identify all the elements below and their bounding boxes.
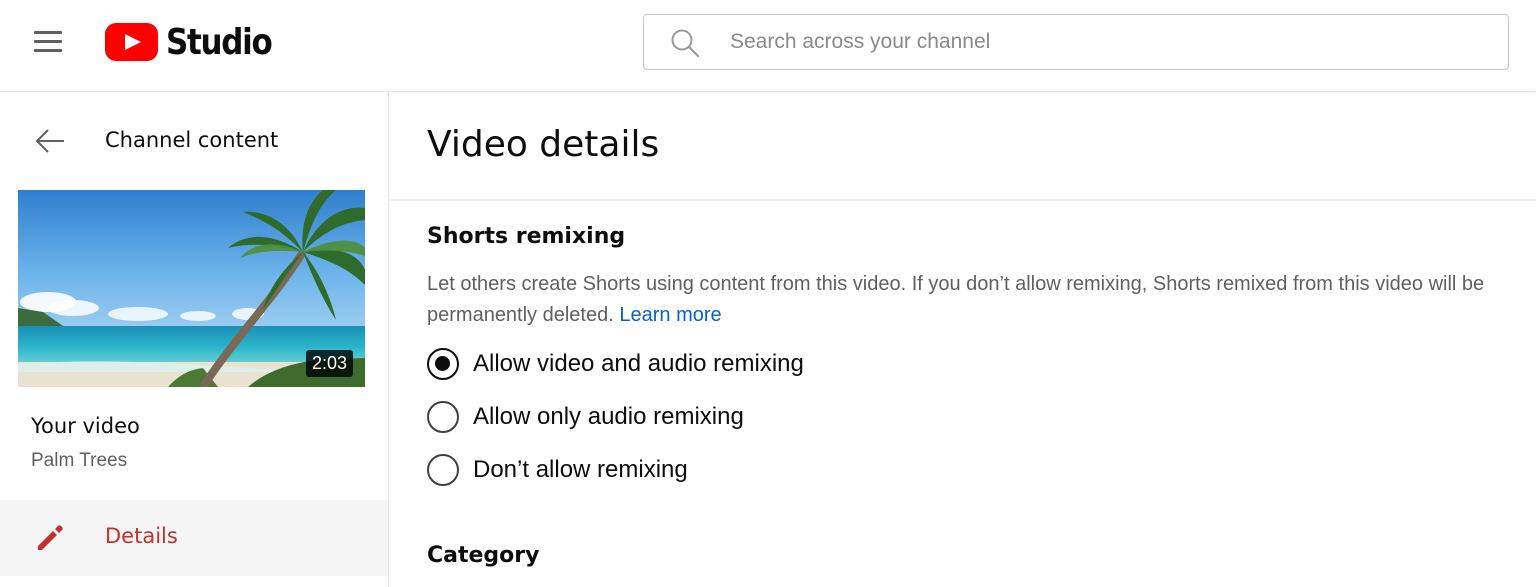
logo-text: Studio	[166, 21, 273, 63]
shorts-remixing-description: Let others create Shorts using content f…	[427, 269, 1517, 331]
radio-button-checked[interactable]	[427, 348, 459, 380]
shorts-remixing-heading: Shorts remixing	[427, 224, 626, 249]
back-label[interactable]: Channel content	[105, 128, 278, 152]
title-divider	[390, 199, 1536, 201]
video-title: Palm Trees	[31, 450, 128, 471]
radio-button[interactable]	[427, 401, 459, 433]
description-text: Let others create Shorts using content f…	[427, 273, 1485, 326]
video-duration: 2:03	[305, 350, 353, 377]
category-heading: Category	[427, 543, 540, 568]
radio-allow-video-audio[interactable]: Allow video and audio remixing	[427, 346, 804, 382]
radio-allow-audio-only[interactable]: Allow only audio remixing	[427, 399, 744, 435]
sidebar-item-label: Details	[105, 524, 178, 548]
radio-label[interactable]: Allow only audio remixing	[473, 403, 744, 431]
your-video-heading: Your video	[31, 414, 140, 438]
search-icon	[671, 29, 700, 58]
radio-button[interactable]	[427, 454, 459, 486]
main-content: Video details Shorts remixing Let others…	[390, 92, 1536, 587]
search-box[interactable]	[643, 14, 1509, 70]
studio-logo[interactable]: Studio	[105, 20, 289, 64]
sidebar-item-details[interactable]: Details	[0, 500, 388, 576]
page-title: Video details	[427, 124, 660, 165]
back-to-channel-content[interactable]: Channel content	[0, 114, 389, 168]
radio-label[interactable]: Allow video and audio remixing	[473, 350, 804, 378]
learn-more-link[interactable]: Learn more	[619, 304, 721, 326]
menu-icon[interactable]	[30, 26, 66, 58]
radio-dont-allow[interactable]: Don’t allow remixing	[427, 452, 688, 488]
left-sidebar: Channel content 2:03 Your video Palm Tre…	[0, 92, 389, 587]
youtube-play-icon	[105, 23, 158, 61]
back-arrow-icon[interactable]	[34, 127, 66, 155]
video-thumbnail[interactable]: 2:03	[18, 190, 365, 387]
top-app-bar: Studio	[0, 0, 1536, 92]
radio-label[interactable]: Don’t allow remixing	[473, 456, 688, 484]
pencil-icon	[38, 525, 63, 550]
search-input[interactable]	[730, 15, 1490, 69]
